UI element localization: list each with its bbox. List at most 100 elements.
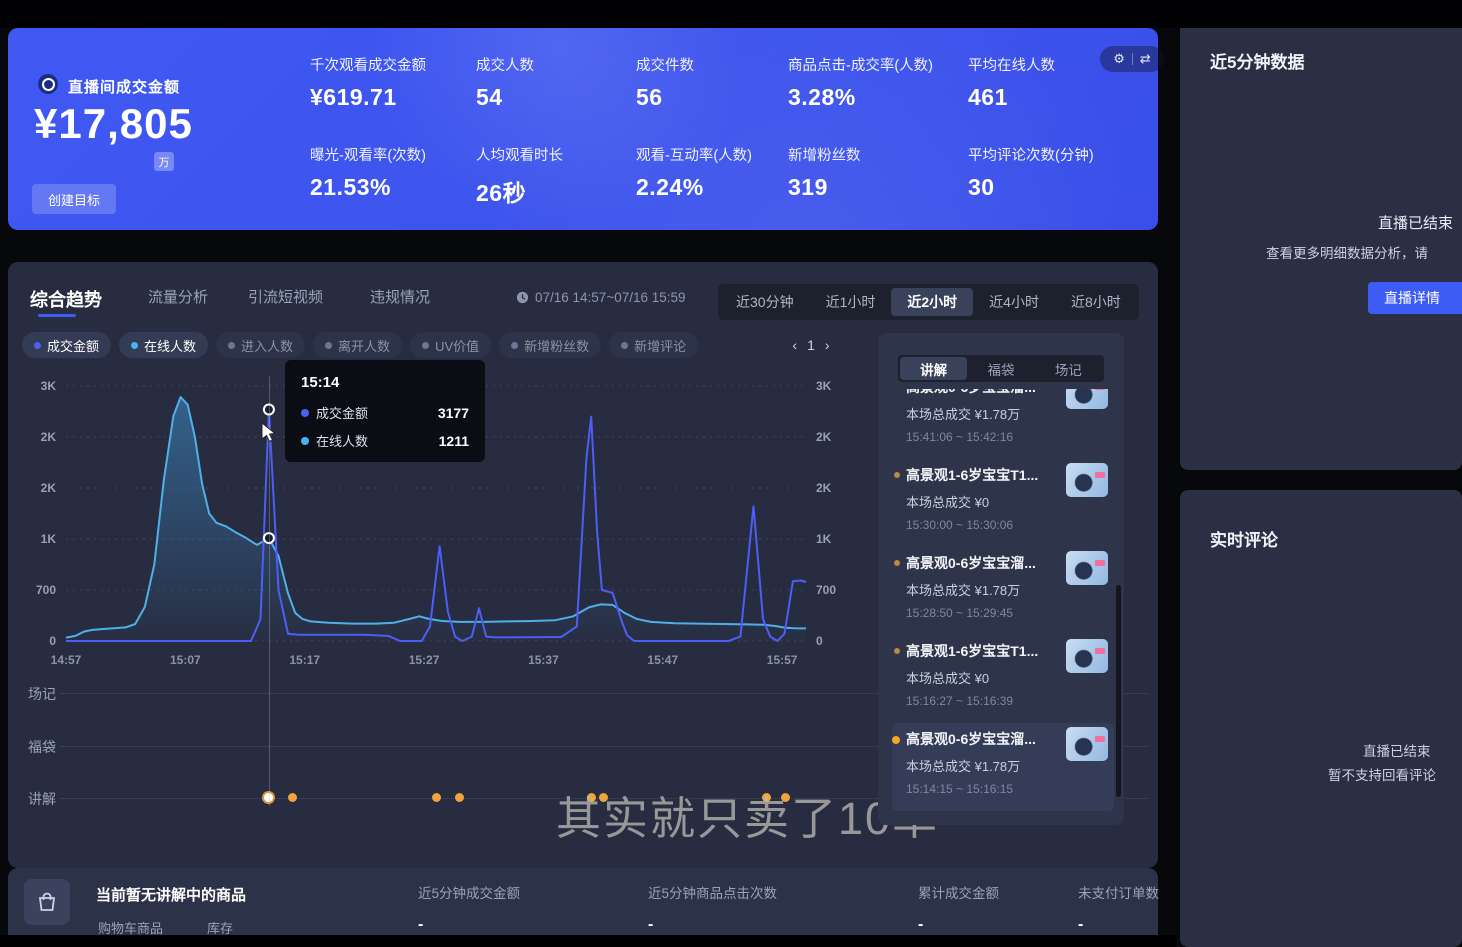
session-item-title: 高景观1-6岁宝宝T1...: [906, 641, 1056, 661]
live-ended-text: 直播已结束: [1378, 212, 1453, 233]
tooltip-series-dot: [301, 409, 309, 417]
divider: [1132, 53, 1133, 65]
product-thumbnail: [1066, 551, 1108, 585]
letterbox-top: [0, 0, 1462, 28]
session-list-scrollbar[interactable]: [1116, 585, 1121, 797]
banner-metric: 观看-互动率(人数) 2.24%: [636, 144, 788, 234]
banner-metric: 千次观看成交金额 ¥619.71: [310, 54, 476, 144]
trend-panel: 综合趋势流量分析引流短视频违规情况 07/16 14:57~07/16 15:5…: [8, 262, 1158, 868]
bottom-metric-label: 近5分钟商品点击次数: [648, 882, 777, 902]
letterbox-bottom: [0, 935, 1176, 947]
tooltip-series-value: 3177: [438, 405, 469, 421]
bottom-metric-value: -: [418, 916, 520, 934]
banner-metric-value: 56: [636, 84, 788, 111]
summary-banner: 直播间成交金额 ¥17,805 万 创建目标 千次观看成交金额¥619.71成交…: [8, 28, 1158, 230]
session-item-title: 高景观0-6岁宝宝溜...: [906, 389, 1056, 397]
create-goal-button[interactable]: 创建目标: [32, 184, 116, 214]
comments-ended-text: 直播已结束: [1363, 740, 1431, 760]
banner-metric-value: 26秒: [476, 174, 636, 208]
product-thumbnail: [1066, 639, 1108, 673]
explain-dot[interactable]: [455, 793, 464, 802]
session-item-time: 15:41:06 ~ 15:42:16: [906, 430, 1108, 444]
session-tab[interactable]: 福袋: [967, 357, 1034, 380]
banner-metric-label: 新增粉丝数: [788, 144, 968, 165]
session-item[interactable]: 高景观1-6岁宝宝T1...本场总成交 ¥015:16:27 ~ 15:16:3…: [892, 635, 1114, 723]
swap-icon[interactable]: ⇄: [1140, 51, 1151, 67]
banner-metric: 新增粉丝数 319: [788, 144, 968, 234]
product-thumbnail: [1066, 389, 1108, 409]
bottom-metric-label: 近5分钟成交金额: [418, 882, 520, 902]
bottom-metric: 近5分钟成交金额 -: [418, 882, 520, 934]
shopping-bag-icon: [24, 879, 70, 925]
tooltip-series-value: 1211: [439, 433, 469, 449]
banner-metric-value: 461: [968, 84, 1143, 111]
recent-5min-card: 近5分钟数据 直播已结束 查看更多明细数据分析，请 直播详情: [1180, 12, 1462, 470]
banner-metric-value: 21.53%: [310, 174, 476, 201]
bottom-metric-label: 未支付订单数: [1078, 882, 1159, 902]
live-dashboard: 直播间成交金额 ¥17,805 万 创建目标 千次观看成交金额¥619.71成交…: [0, 0, 1462, 947]
banner-corner-tools: ⚙⇄: [1100, 46, 1164, 72]
target-icon: [38, 74, 58, 94]
banner-metric-label: 成交人数: [476, 54, 636, 75]
session-list: 高景观0-6岁宝宝溜...本场总成交 ¥1.78万15:41:06 ~ 15:4…: [892, 389, 1114, 815]
chart-tooltip: 15:14 成交金额 3177 在线人数1211: [285, 360, 485, 462]
session-item[interactable]: 高景观0-6岁宝宝溜...本场总成交 ¥1.78万15:28:50 ~ 15:2…: [892, 547, 1114, 635]
banner-metric: 人均观看时长 26秒: [476, 144, 636, 234]
banner-metric-value: 2.24%: [636, 174, 788, 201]
session-tab[interactable]: 场记: [1035, 357, 1102, 380]
banner-metric-value: 319: [788, 174, 968, 201]
bottom-metric: 累计成交金额 -: [918, 882, 999, 934]
unit-badge: 万: [154, 152, 174, 171]
session-tab[interactable]: 讲解: [900, 357, 967, 380]
tooltip-series-dot: [301, 437, 309, 445]
tooltip-row: 成交金额 3177: [301, 403, 469, 422]
tooltip-series-name: 成交金额: [316, 403, 368, 422]
session-item-title: 高景观1-6岁宝宝T1...: [906, 465, 1056, 485]
banner-metric-value: 54: [476, 84, 636, 111]
banner-metric-label: 曝光-观看率(次数): [310, 144, 476, 165]
banner-metric-value: ¥619.71: [310, 84, 476, 111]
bottom-metric-value: -: [648, 916, 777, 934]
session-list-panel: 讲解福袋场记 高景观0-6岁宝宝溜...本场总成交 ¥1.78万15:41:06…: [878, 333, 1124, 825]
bottom-metric-value: -: [1078, 916, 1159, 934]
session-item-time: 15:14:15 ~ 15:16:15: [906, 782, 1108, 796]
banner-metric-value: 3.28%: [788, 84, 968, 111]
banner-metrics-grid: 千次观看成交金额 ¥619.71成交人数 54成交件数56商品点击-成交率(人数)3…: [310, 54, 1143, 234]
banner-metric-label: 观看-互动率(人数): [636, 144, 788, 165]
banner-metric-label: 人均观看时长: [476, 144, 636, 165]
banner-metric-label: 千次观看成交金额: [310, 54, 476, 75]
recent-5min-title: 近5分钟数据: [1210, 48, 1304, 73]
session-bullet: [894, 472, 900, 478]
session-item-title: 高景观0-6岁宝宝溜...: [906, 729, 1056, 749]
explain-dot[interactable]: [432, 793, 441, 802]
tooltip-row: 在线人数1211: [301, 431, 469, 450]
see-more-text: 查看更多明细数据分析，请: [1266, 242, 1428, 262]
banner-metric: 成交人数 54: [476, 54, 636, 144]
realtime-comments-card: 实时评论 直播已结束 暂不支持回看评论: [1180, 490, 1462, 947]
bottom-metric-label: 累计成交金额: [918, 882, 999, 902]
session-bullet: [894, 648, 900, 654]
live-detail-button[interactable]: 直播详情: [1368, 282, 1462, 314]
banner-metric: 曝光-观看率(次数) 21.53%: [310, 144, 476, 234]
mouse-cursor: [260, 422, 280, 444]
main-metric-label: 直播间成交金额: [68, 76, 180, 97]
explain-dot[interactable]: [288, 793, 297, 802]
banner-metric: 成交件数56: [636, 54, 788, 144]
realtime-comments-title: 实时评论: [1210, 526, 1278, 551]
gear-icon[interactable]: ⚙: [1113, 51, 1125, 67]
main-metric-value: ¥17,805: [34, 100, 193, 148]
tooltip-time: 15:14: [301, 374, 469, 391]
product-thumbnail: [1066, 727, 1108, 761]
bottom-metric-value: -: [918, 916, 999, 934]
bottom-product-bar: 当前暂无讲解中的商品 购物车商品 库存 近5分钟成交金额-近5分钟商品点击次数-…: [8, 868, 1158, 935]
banner-metric: 商品点击-成交率(人数)3.28%: [788, 54, 968, 144]
session-item[interactable]: 高景观1-6岁宝宝T1...本场总成交 ¥015:30:00 ~ 15:30:0…: [892, 459, 1114, 547]
session-bullet: [894, 560, 900, 566]
product-thumbnail: [1066, 463, 1108, 497]
session-tabs: 讲解福袋场记: [898, 355, 1104, 382]
session-item[interactable]: 高景观0-6岁宝宝溜...本场总成交 ¥1.78万15:41:06 ~ 15:4…: [892, 389, 1114, 459]
session-item[interactable]: 高景观0-6岁宝宝溜...本场总成交 ¥1.78万15:14:15 ~ 15:1…: [892, 723, 1114, 811]
no-replay-comments-text: 暂不支持回看评论: [1328, 764, 1436, 784]
session-item-title: 高景观0-6岁宝宝溜...: [906, 553, 1056, 573]
session-item-time: 15:16:27 ~ 15:16:39: [906, 694, 1108, 708]
